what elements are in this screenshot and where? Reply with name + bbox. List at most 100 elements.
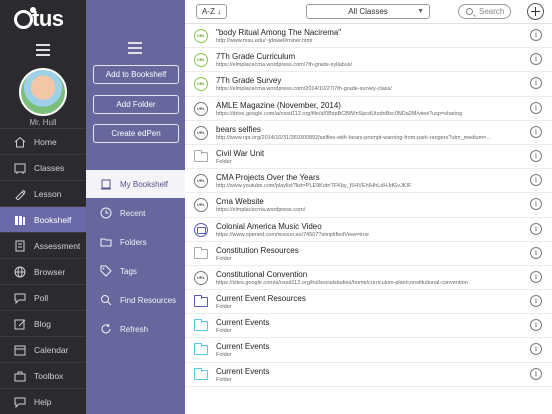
info-icon[interactable]: i [530, 367, 542, 380]
list-item[interactable]: Constitution Resources Folder i [185, 242, 552, 266]
item-subtitle: http://www.npr.org/2014/10/31/360300892/… [216, 134, 491, 141]
item-subtitle: Folder [216, 304, 232, 311]
info-icon[interactable]: i [530, 53, 542, 66]
item-title: 7Th Grade Survey [216, 76, 282, 86]
mid-item-label: Find Resources [120, 295, 177, 305]
class-filter-select[interactable]: All Classes ▼ [306, 4, 430, 19]
info-icon[interactable]: i [530, 149, 542, 162]
folder-icon [194, 295, 208, 309]
nav-item-poll[interactable]: Poll [0, 284, 86, 310]
classes-icon [14, 162, 26, 174]
search-icon [100, 294, 112, 306]
menu-icon[interactable] [36, 44, 50, 59]
info-icon[interactable]: i [530, 222, 542, 235]
info-icon[interactable]: i [530, 319, 542, 332]
nav-label: Help [34, 396, 52, 407]
list-item[interactable]: URL 7Th Grade Curriculum https://elmplacec… [185, 48, 552, 73]
nav-label: Browser [34, 266, 66, 277]
add-folder-button[interactable]: Add Folder [93, 95, 179, 114]
item-title: Civil War Unit [216, 148, 265, 158]
video-icon [194, 222, 208, 237]
nav-item-calendar[interactable]: Calendar [0, 336, 86, 362]
info-icon[interactable]: i [530, 295, 542, 308]
nav-item-classes[interactable]: Classes [0, 154, 86, 180]
blog-icon [14, 318, 26, 330]
info-icon[interactable]: i [530, 270, 542, 283]
nav-item-help[interactable]: Help [0, 388, 86, 414]
folder-icon [194, 343, 208, 356]
nav-item-browser[interactable]: Browser [0, 258, 86, 284]
menu-icon[interactable] [128, 42, 142, 57]
bookshelf-main: A-Z ↓ All Classes ▼ Search URL "body Ritu… [185, 0, 552, 414]
nav-item-assessment[interactable]: Assessment [0, 232, 86, 258]
create-edpen-button[interactable]: Create edPen [93, 124, 179, 143]
info-icon[interactable]: i [530, 125, 542, 138]
mid-item-find-resources[interactable]: Find Resources [86, 286, 185, 314]
nav-label: Toolbox [34, 370, 64, 381]
folder-icon [194, 319, 208, 333]
add-icon[interactable] [527, 3, 544, 20]
nav-item-toolbox[interactable]: Toolbox [0, 362, 86, 388]
list-item[interactable]: URL bears selfies http://www.npr.org/2014/… [185, 121, 552, 145]
list-item[interactable]: URL Constitutional Convention https://site… [185, 266, 552, 291]
info-icon[interactable]: i [530, 29, 542, 41]
info-icon[interactable]: i [530, 101, 542, 114]
list-item[interactable]: Current Event Resources Folder i [185, 290, 552, 315]
list-item[interactable]: URL "body Ritual Among The Nacirema" http:… [185, 24, 552, 49]
item-subtitle: Folder [216, 352, 232, 359]
list-item[interactable]: Current Events Folder i [185, 338, 552, 363]
mid-item-folders[interactable]: Folders [86, 228, 185, 256]
item-subtitle: Folder [216, 255, 232, 262]
nav-item-lesson[interactable]: Lesson [0, 180, 86, 206]
info-icon[interactable]: i [530, 246, 542, 259]
item-subtitle: http://www.youtube.com/playlist?list=PLE… [216, 183, 412, 190]
folder-icon [194, 246, 208, 259]
list-item[interactable]: URL Cma Website https://elmplacecma.wordpr… [185, 193, 552, 218]
list-item[interactable]: Current Events Folder i [185, 314, 552, 339]
info-icon[interactable]: i [530, 77, 542, 90]
bookshelf-pane: Add to Bookshelf Add Folder Create edPen… [86, 0, 185, 414]
mid-item-tags[interactable]: Tags [86, 257, 185, 285]
nav-item-home[interactable]: Home [0, 128, 86, 154]
toolbar: A-Z ↓ All Classes ▼ Search [185, 0, 552, 24]
mid-item-my-bookshelf[interactable]: My Bookshelf [86, 170, 185, 198]
item-subtitle: Folder [216, 376, 232, 383]
info-icon[interactable]: i [530, 343, 542, 356]
mid-item-label: Refresh [120, 324, 149, 334]
item-subtitle: Folder [216, 158, 232, 165]
nav-label: Bookshelf [34, 214, 72, 225]
item-subtitle: https://www.opened.com/resources/74507?s… [216, 231, 369, 238]
nav-item-bookshelf[interactable]: Bookshelf [0, 206, 86, 232]
mid-item-refresh[interactable]: Refresh [86, 315, 185, 343]
sort-button[interactable]: A-Z ↓ [196, 4, 227, 19]
url-icon: URL [194, 270, 208, 285]
list-item[interactable]: Colonial America Music Video https://www.… [185, 218, 552, 242]
item-title: CMA Projects Over the Years [216, 173, 320, 183]
list-item[interactable]: URL AMLE Magazine (November, 2014) https:/… [185, 97, 552, 121]
lesson-icon [14, 188, 26, 200]
url-icon: URL [194, 174, 208, 189]
item-title: Constitution Resources [216, 245, 299, 255]
search-input[interactable]: Search [458, 4, 511, 19]
folder-icon [194, 246, 208, 261]
list-item[interactable]: Current Events Folder i [185, 363, 552, 387]
item-subtitle: https://elmplacecma.wordpress.com/7th-gr… [216, 62, 353, 69]
info-icon[interactable]: i [530, 198, 542, 211]
avatar[interactable] [19, 68, 67, 116]
assessment-icon [14, 240, 26, 252]
class-filter-value: All Classes [348, 7, 388, 16]
info-icon[interactable]: i [530, 174, 542, 187]
list-item[interactable]: URL 7Th Grade Survey https://elmplacecma.w… [185, 72, 552, 97]
otus-logo: tus [14, 6, 64, 32]
list-item[interactable]: Civil War Unit Folder i [185, 145, 552, 170]
nav-label: Lesson [34, 188, 62, 199]
folder-icon [194, 367, 208, 382]
home-icon [14, 136, 26, 148]
add-to-bookshelf-button[interactable]: Add to Bookshelf [93, 65, 179, 84]
item-title: Current Events [216, 318, 270, 328]
item-title: Current Events [216, 342, 270, 352]
nav-item-blog[interactable]: Blog [0, 310, 86, 336]
mid-item-recent[interactable]: Recent [86, 199, 185, 227]
list-item[interactable]: URL CMA Projects Over the Years http://www… [185, 169, 552, 194]
book-icon [100, 178, 112, 190]
